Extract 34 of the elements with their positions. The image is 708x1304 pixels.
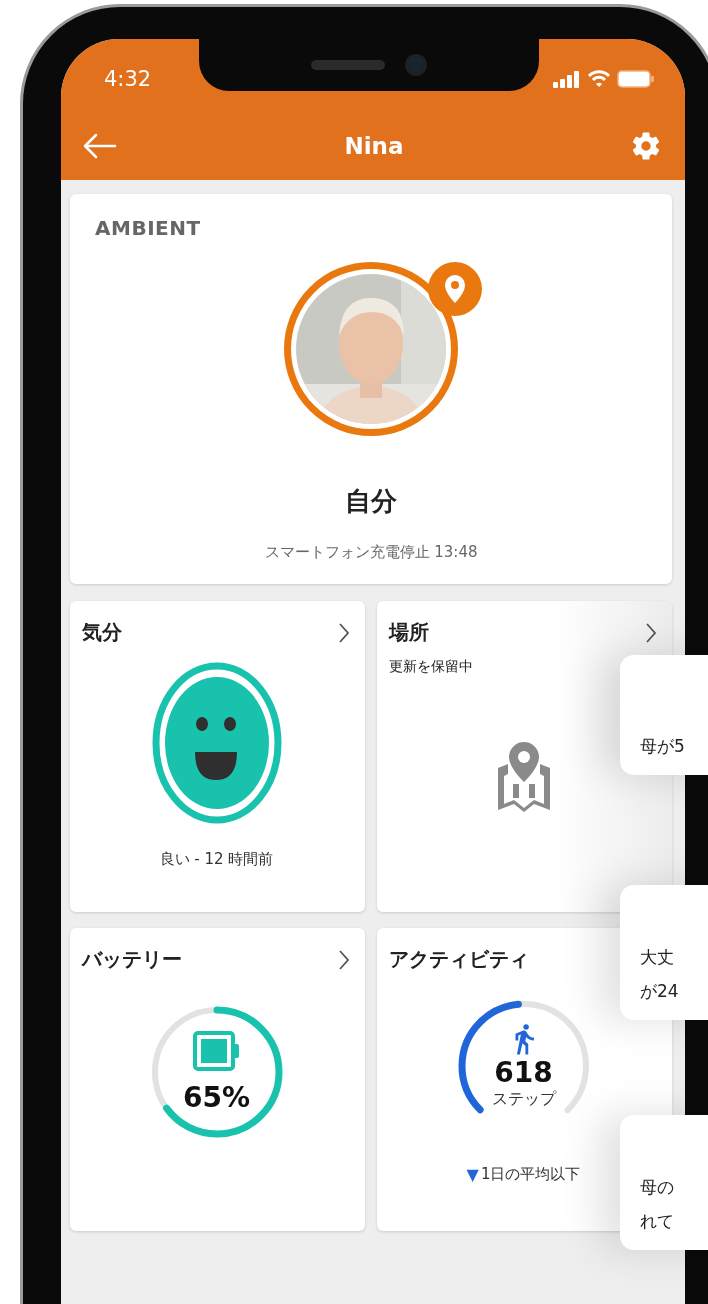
notification-card[interactable]: 母が5: [620, 655, 708, 775]
step-count: 618: [494, 1056, 553, 1089]
tile-title: バッテリー: [82, 946, 182, 973]
back-button[interactable]: [81, 131, 117, 160]
chevron-icon[interactable]: [337, 621, 351, 644]
status-time: 4:32: [104, 67, 152, 91]
location-status: 更新を保留中: [389, 658, 473, 676]
step-unit: ステップ: [491, 1089, 556, 1110]
signal-icon: [553, 70, 581, 88]
tile-card[interactable]: バッテリー 65%: [70, 928, 365, 1231]
chevron-icon[interactable]: [337, 948, 351, 971]
battery-percent: 65%: [183, 1080, 250, 1114]
activity-caption: 1日の平均以下: [480, 1165, 581, 1184]
battery-icon: [192, 1030, 241, 1071]
tile-card[interactable]: 気分 良い - 12 時間前: [70, 601, 365, 912]
trend-arrow: ▼: [466, 1165, 479, 1184]
tile-title: アクティビティ: [389, 946, 529, 973]
notification-text: れて: [640, 1210, 675, 1233]
header-title: Nina: [344, 132, 404, 159]
notification-card[interactable]: 母の れて: [620, 1115, 708, 1250]
tile-title: 気分: [82, 619, 122, 646]
chevron-icon[interactable]: [644, 621, 658, 644]
notification-text: 母の: [640, 1176, 675, 1199]
notification-card[interactable]: 大丈 が24: [620, 885, 708, 1020]
smiley-face-icon: [151, 662, 282, 824]
profile-status: スマートフォン充電停止 13:48: [264, 543, 478, 562]
ambient-label: AMBIENT: [95, 216, 201, 240]
tile-title: 場所: [389, 619, 429, 646]
mood-caption: 良い - 12 時間前: [159, 850, 274, 869]
wifi-icon: [587, 70, 611, 88]
settings-button[interactable]: [631, 130, 661, 161]
profile-name: 自分: [345, 485, 397, 518]
battery-status-icon: [617, 70, 655, 88]
notification-text: 大丈: [640, 946, 675, 969]
